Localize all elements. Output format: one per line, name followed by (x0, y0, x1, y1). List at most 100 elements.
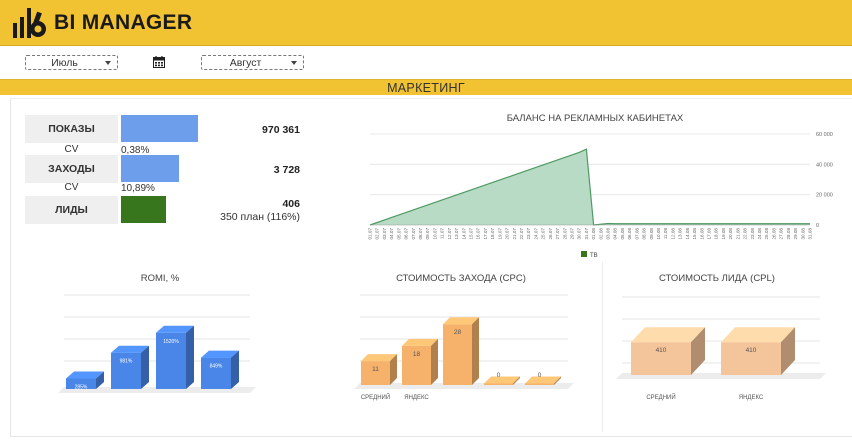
bar-value-label: 1520% (163, 339, 179, 345)
kpi-visits-label: ЗАХОДЫ (25, 155, 118, 183)
x-tick-label: 15.07 (468, 228, 473, 240)
x-tick-label: 26.07 (548, 228, 553, 240)
bar-side (186, 325, 194, 389)
bar-value-label: 285% (75, 384, 88, 390)
x-tick-label: 05.08 (620, 228, 625, 240)
month-to-value: Август (229, 57, 262, 69)
kpi-visits-value: 3 728 (273, 164, 300, 176)
x-tick-label: 18.07 (490, 228, 495, 240)
x-tick-label: 03.08 (606, 228, 611, 240)
bar-value-label: 28 (454, 329, 462, 336)
x-tick-label: 16.08 (699, 228, 704, 240)
x-tick-label: 31.08 (808, 228, 813, 240)
x-tick-label: 10.08 (656, 228, 661, 240)
balance-chart-title: БАЛАНС НА РЕКЛАМНЫХ КАБИНЕТАХ (506, 113, 684, 124)
x-tick-label: 01.07 (368, 228, 373, 240)
x-tick-label: 10.07 (432, 228, 437, 240)
x-tick-label: 05.07 (396, 228, 401, 240)
month-to-dropdown[interactable]: Август (201, 55, 304, 70)
x-tick-label: 07.08 (634, 228, 639, 240)
bar-side (431, 338, 438, 385)
x-tick-label: 09.08 (649, 228, 654, 240)
bar-value-label: 410 (746, 347, 757, 354)
x-tick-label: 18.08 (714, 228, 719, 240)
x-tick-label: 22.08 (743, 228, 748, 240)
bar-value-label: 849% (210, 364, 223, 370)
kpi-cv2-value: 10,89% (121, 183, 155, 194)
x-tick-label: 17.08 (707, 228, 712, 240)
kpi-visits-bar (121, 155, 179, 182)
panel-divider (602, 262, 603, 432)
bar-side (472, 317, 479, 385)
x-tick-label: 25.07 (541, 228, 546, 240)
app-title: BI MANAGER (54, 11, 193, 34)
x-tick-label: 30.07 (577, 228, 582, 240)
chevron-down-icon (105, 61, 111, 65)
x-tick-label: 19.08 (721, 228, 726, 240)
logo-icon (13, 8, 46, 38)
x-tick-label: 12.08 (670, 228, 675, 240)
x-tick-label: 02.08 (598, 228, 603, 240)
x-tick-label: 07.07 (411, 228, 416, 240)
kpi-cv1-label: CV (64, 144, 79, 155)
kpi-leads-bar (121, 196, 166, 223)
month-from-dropdown[interactable]: Июль (25, 55, 118, 70)
x-tick-label: 24.07 (533, 228, 538, 240)
bar-value-label: 0 (497, 372, 501, 379)
x-tick-label: 23.07 (526, 228, 531, 240)
kpi-leads-value: 406 (282, 198, 300, 210)
category-label: СРЕДНИЙ (361, 393, 390, 401)
x-tick-label: 12.07 (447, 228, 452, 240)
x-tick-label: 19.07 (497, 228, 502, 240)
x-tick-label: 13.07 (454, 228, 459, 240)
bar (484, 383, 513, 385)
x-tick-label: 27.07 (555, 228, 560, 240)
x-tick-label: 25.08 (764, 228, 769, 240)
x-tick-label: 16.07 (476, 228, 481, 240)
kpi-impressions-label: ПОКАЗЫ (25, 115, 118, 143)
section-title: МАРКЕТИНГ (387, 81, 465, 95)
x-tick-label: 08.08 (642, 228, 647, 240)
bar-value-label: 11 (372, 366, 379, 373)
section-bar: МАРКЕТИНГ (0, 79, 852, 95)
app-header: BI MANAGER (0, 0, 852, 46)
y-tick-label: 40 000 (816, 162, 833, 168)
x-tick-label: 29.07 (569, 228, 574, 240)
y-tick-label: 20 000 (816, 193, 833, 199)
x-tick-label: 06.08 (627, 228, 632, 240)
cpl-chart-title: СТОИМОСТЬ ЛИДА (CPL) (659, 273, 775, 284)
bar-value-label: 410 (656, 347, 667, 354)
x-tick-label: 29.08 (793, 228, 798, 240)
x-tick-label: 27.08 (779, 228, 784, 240)
category-label: ЯНДЕКС (404, 395, 429, 401)
x-tick-label: 31.07 (584, 228, 589, 240)
x-tick-label: 28.08 (786, 228, 791, 240)
kpi-leads-label: ЛИДЫ (25, 196, 118, 224)
kpi-impressions-value: 970 361 (262, 124, 300, 136)
kpi-leads-plan: 350 план (116%) (220, 211, 300, 223)
y-tick-label: 60 000 (816, 132, 833, 138)
x-tick-label: 17.07 (483, 228, 488, 240)
x-tick-label: 08.07 (418, 228, 423, 240)
bar-side (141, 345, 149, 389)
x-tick-label: 04.07 (389, 228, 394, 240)
x-tick-label: 22.07 (519, 228, 524, 240)
x-tick-label: 24.08 (757, 228, 762, 240)
x-tick-label: 11.07 (440, 228, 445, 240)
x-tick-label: 01.08 (591, 228, 596, 240)
cpc-chart: 11 СРЕДНИЙ 18 ЯНДЕКС 28 0 0 (354, 294, 574, 401)
bar (201, 357, 231, 389)
bar-value-label: 0 (538, 372, 542, 379)
balance-chart: 020 00040 00060 00001.07 02.07 03.07 04.07 0… (368, 132, 833, 259)
x-tick-label: 30.08 (800, 228, 805, 240)
x-tick-label: 23.08 (750, 228, 755, 240)
romi-chart: 285% 981% 1520% 849% (58, 294, 256, 393)
x-tick-label: 11.08 (663, 228, 668, 240)
cpc-chart-title: СТОИМОСТЬ ЗАХОДА (CPC) (396, 273, 526, 284)
bar-value-label: 18 (413, 351, 421, 358)
x-tick-label: 06.07 (404, 228, 409, 240)
y-tick-label: 0 (816, 223, 819, 229)
calendar-icon[interactable] (153, 56, 165, 68)
chevron-down-icon (291, 61, 297, 65)
x-tick-label: 09.07 (425, 228, 430, 240)
